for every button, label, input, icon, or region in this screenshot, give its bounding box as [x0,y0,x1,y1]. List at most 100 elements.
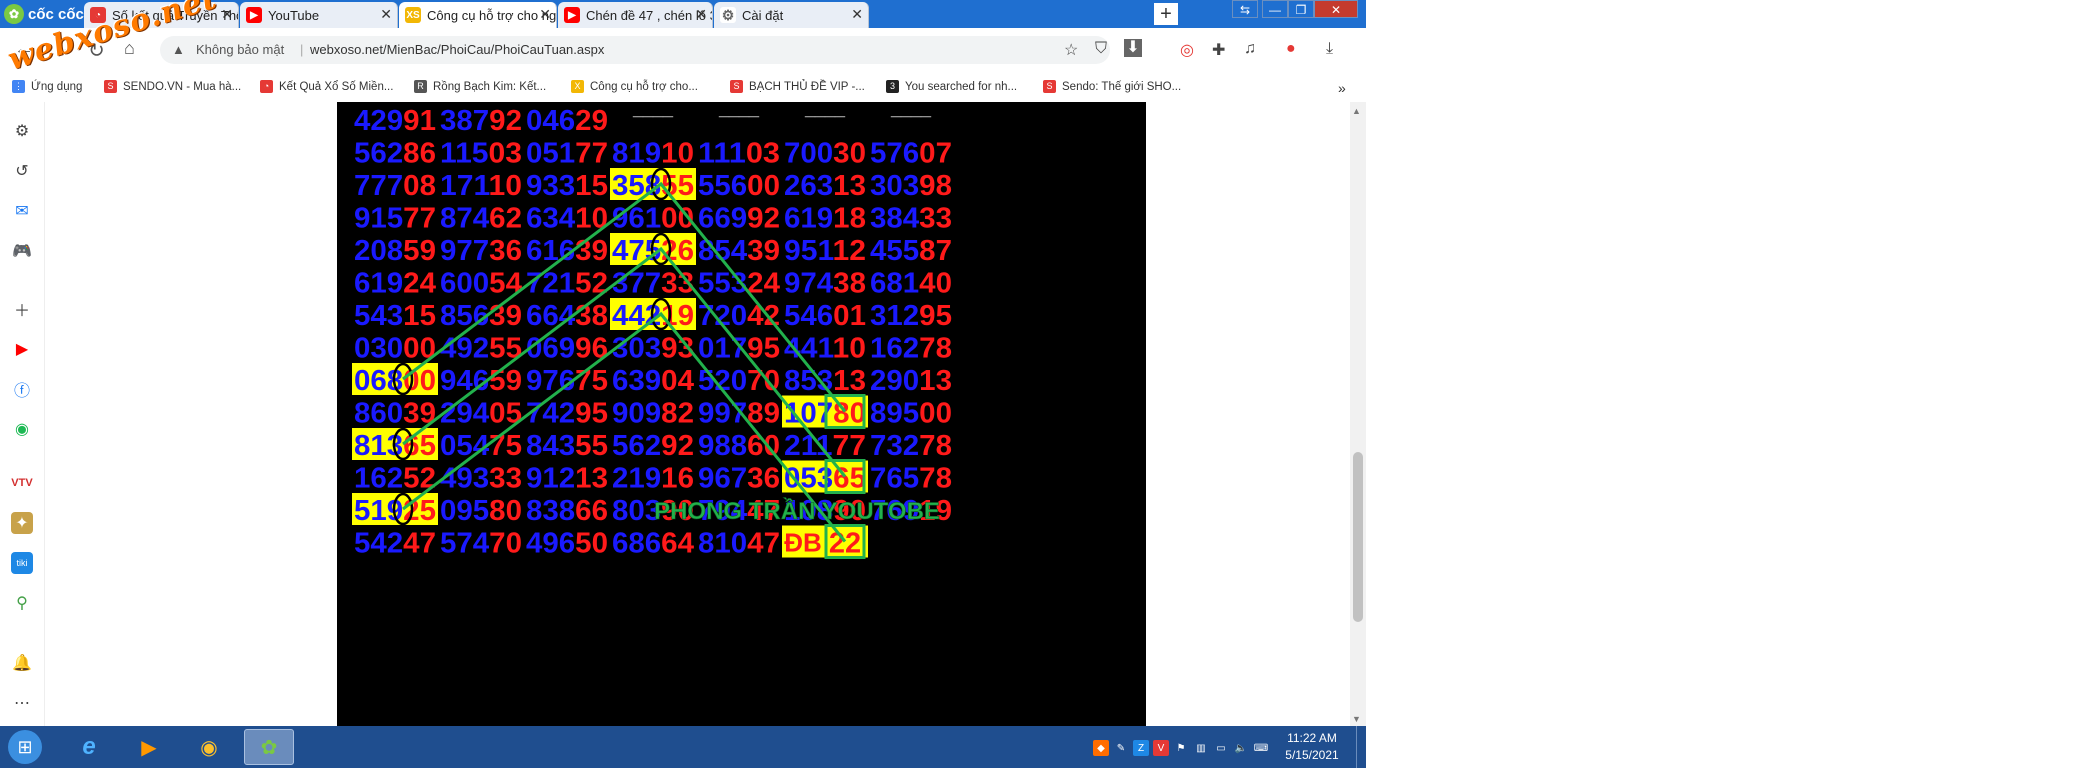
close-icon[interactable]: ✕ [851,6,863,23]
number-suffix: 10 [661,138,694,170]
history-icon[interactable]: ↺ [11,160,33,182]
scroll-up-icon[interactable]: ▲ [1352,106,1361,116]
network-icon[interactable]: ▥ [1193,740,1209,756]
number-cell: 76578 [870,463,952,495]
extensions-icon[interactable]: ✚ [1212,40,1225,60]
more-icon[interactable]: ⋯ [11,692,33,714]
header-dash: ____ [718,102,760,119]
tiki-icon[interactable]: tiki [11,552,33,574]
number-prefix: 303 [870,170,919,202]
close-icon[interactable]: ✕ [695,6,707,23]
coccoc-ext-icon[interactable]: ◎ [1180,40,1194,60]
tray-v-icon[interactable]: V [1153,740,1169,756]
maps-icon[interactable]: ⚲ [11,592,33,614]
tab-5[interactable]: ⚙ Cài đặt ✕ [714,2,869,28]
number-cell: 30398 [870,170,952,202]
display-icon[interactable]: ▭ [1213,740,1229,756]
minimize-button[interactable]: — [1262,0,1288,18]
tab-2[interactable]: ▶ YouTube ✕ [240,2,398,28]
number-prefix: 895 [870,398,919,430]
number-prefix: 974 [784,268,833,300]
bookmark-sendo[interactable]: S SENDO.VN - Mua hà... [104,80,241,93]
settings-icon[interactable]: ⚙ [11,120,33,142]
number-suffix: 50 [575,528,608,560]
messenger-icon[interactable]: ✉ [11,200,33,222]
bookmark-apps[interactable]: ⋮ Ứng dụng [12,80,82,93]
number-prefix: 115 [440,138,489,170]
tab-3-active[interactable]: XS Công cụ hỗ trợ cho người ✕ [399,2,557,28]
game-icon[interactable]: 🎮 [11,240,33,262]
number-suffix: 16 [661,463,694,495]
keyboard-icon[interactable]: ⌨ [1253,740,1269,756]
number-suffix: 33 [919,203,952,235]
number-prefix: 069 [526,333,575,365]
scroll-down-icon[interactable]: ▼ [1352,714,1361,724]
tab-4[interactable]: ▶ Chén đề 47 , chén lô 30 ✕ [558,2,713,28]
close-icon[interactable]: ✕ [539,6,551,23]
tray-icon[interactable]: ✎ [1113,740,1129,756]
media-icon[interactable]: ♫ [1244,40,1256,58]
downloads-icon[interactable]: ⤓ [1326,40,1333,58]
number-cell: 49333 [440,463,522,495]
add-icon[interactable]: ＋ [11,298,33,320]
media-player-icon[interactable]: ▶ [124,729,174,765]
scrollbar-track[interactable] [1350,102,1366,726]
volume-icon[interactable]: 🔈 [1233,740,1249,756]
taskbar-clock[interactable]: 11:22 AM 5/15/2021 [1276,730,1348,764]
number-cell: 31295 [870,300,952,332]
url-text[interactable]: webxoso.net/MienBac/PhoiCau/PhoiCauTuan.… [310,42,604,57]
number-cell: 16278 [870,333,952,365]
bookmark-congcu[interactable]: X Công cụ hỗ trợ cho... [571,80,698,93]
number-cell: 45587 [870,235,952,267]
bookmarks-more[interactable]: » [1338,80,1346,96]
number-suffix: 39 [575,235,608,267]
chrome-icon[interactable]: ◉ [184,729,234,765]
back-window-icon[interactable]: ⇆ [1232,0,1258,18]
close-icon[interactable]: ✕ [221,6,233,23]
number-suffix: 55 [489,333,522,365]
tray-icon[interactable]: ◆ [1093,740,1109,756]
number-suffix: 52 [403,463,436,495]
bookmark-rongbachkim[interactable]: R Rồng Bạch Kim: Kết... [414,80,546,93]
shield-icon[interactable]: ⛉ [1095,40,1107,58]
omnibox[interactable]: ▲ Không bảo mật | webxoso.net/MienBac/Ph… [160,36,1110,64]
number-cell: 55324 [698,268,780,300]
number-cell: 06996 [526,333,608,365]
scrollbar-thumb[interactable] [1353,452,1363,622]
number-prefix: 742 [526,398,575,430]
spotify-icon[interactable]: ◉ [11,418,33,440]
start-button[interactable]: ⊞ [8,730,42,764]
ie-icon[interactable]: e [64,729,114,765]
number-suffix: 95 [919,300,952,332]
youtube-icon[interactable]: ▶ [11,338,33,360]
star-icon[interactable]: ☆ [1064,40,1078,60]
facebook-icon[interactable]: ⓕ [11,378,33,400]
bookmark-bachthu[interactable]: S BẠCH THỦ ĐỀ VIP -... [730,80,865,93]
new-tab-button[interactable]: + [1154,3,1178,25]
number-prefix: 455 [870,235,919,267]
browser-brand[interactable]: ✿ cốc cốc [4,3,84,25]
show-desktop-button[interactable] [1356,726,1366,768]
download-page-icon[interactable]: ⬇ [1124,39,1142,57]
number-prefix: 543 [354,300,403,332]
coccoc-taskbar-icon[interactable]: ✿ [244,729,294,765]
restore-button[interactable]: ❐ [1288,0,1314,18]
game-app-icon[interactable]: ✦ [11,512,33,534]
close-icon[interactable]: ✕ [380,6,392,23]
profile-icon[interactable]: ● [1286,40,1296,58]
number-prefix: 562 [612,430,661,462]
youtube-icon: ▶ [564,7,580,23]
number-prefix: 496 [526,528,575,560]
bookmark-ketqua[interactable]: ◔ Kết Quả Xổ Số Miền... [260,80,393,93]
bookmarks-bar: ⋮ Ứng dụng S SENDO.VN - Mua hà... ◔ Kết Quả… [0,72,1366,103]
notification-bell-icon[interactable]: 🔔 [11,652,33,674]
number-cell: 42991 [354,105,436,137]
number-suffix: 70 [489,528,522,560]
bookmark-sendo-shop[interactable]: S Sendo: Thế giới SHO... [1043,80,1181,93]
zalo-icon[interactable]: Z [1133,740,1149,756]
flag-icon[interactable]: ⚑ [1173,740,1189,756]
close-window-button[interactable]: ✕ [1314,0,1358,18]
bookmark-searched[interactable]: 3 You searched for nh... [886,80,1017,93]
vtv-icon[interactable]: VTV [11,472,33,494]
number-suffix: 86 [403,138,436,170]
